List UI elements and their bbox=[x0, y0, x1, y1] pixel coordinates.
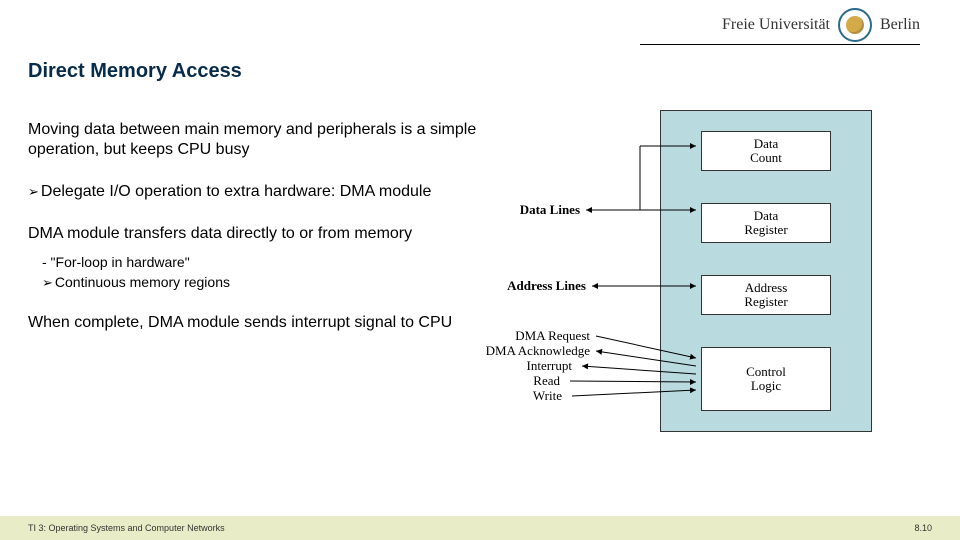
slide-footer: TI 3: Operating Systems and Computer Net… bbox=[0, 516, 960, 540]
footer-left: TI 3: Operating Systems and Computer Net… bbox=[28, 523, 225, 533]
university-name-prefix: Freie Universität bbox=[722, 16, 830, 34]
header-logo: Freie Universität Berlin bbox=[722, 8, 920, 42]
slide-body: Moving data between main memory and peri… bbox=[28, 120, 478, 355]
slide-title: Direct Memory Access bbox=[28, 60, 242, 83]
university-name-suffix: Berlin bbox=[880, 16, 920, 34]
paragraph-3: DMA module transfers data directly to or… bbox=[28, 224, 478, 244]
footer-right: 8.10 bbox=[914, 523, 932, 533]
diagram-connectors bbox=[470, 100, 920, 440]
dma-diagram: DataCount DataRegister AddressRegister C… bbox=[470, 100, 920, 440]
seal-inner-icon bbox=[846, 16, 864, 34]
paragraph-2: Delegate I/O operation to extra hardware… bbox=[28, 182, 478, 202]
paragraph-1: Moving data between main memory and peri… bbox=[28, 120, 478, 160]
header-divider bbox=[640, 44, 920, 45]
sub-item-1: - "For-loop in hardware" bbox=[42, 254, 478, 272]
university-seal-icon bbox=[838, 8, 872, 42]
paragraph-4: When complete, DMA module sends interrup… bbox=[28, 313, 478, 333]
slide: Freie Universität Berlin Direct Memory A… bbox=[0, 0, 960, 540]
sub-item-2: Continuous memory regions bbox=[42, 274, 478, 292]
sub-list: - "For-loop in hardware" Continuous memo… bbox=[42, 254, 478, 291]
